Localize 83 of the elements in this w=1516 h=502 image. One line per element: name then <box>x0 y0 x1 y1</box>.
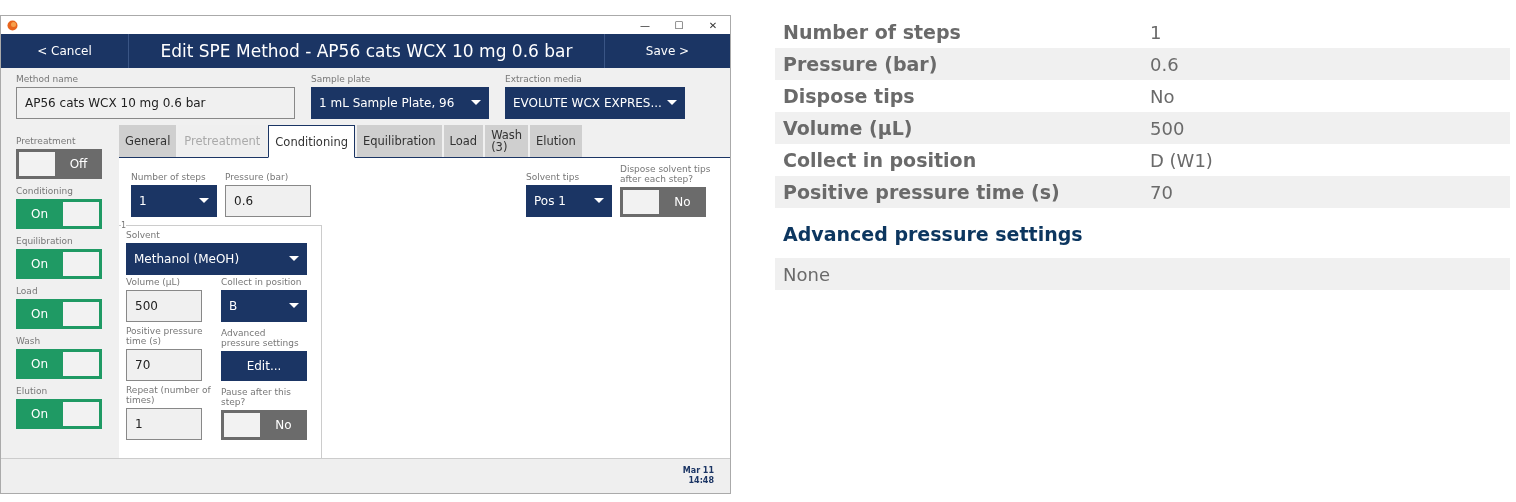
field-label: Positive pressure time (s) <box>126 326 204 346</box>
field-label: Pause after this step? <box>221 387 292 407</box>
field-label: Repeat (number of times) <box>126 385 212 405</box>
status-time: 14:48 <box>688 476 714 486</box>
caret-icon <box>289 256 299 262</box>
summary-value: None <box>783 262 830 287</box>
input-field[interactable]: 1 <box>126 408 202 440</box>
summary-label: Collect in position <box>783 147 978 173</box>
field-label: Collect in position <box>221 277 303 287</box>
input-field[interactable]: 0.6 <box>225 185 311 217</box>
toggle-knob <box>224 413 260 437</box>
summary-label: Number of steps <box>783 19 962 45</box>
caret-icon <box>199 198 209 204</box>
status-date: Mar 11 <box>682 466 714 476</box>
field-label: Dispose solvent tips after each step? <box>620 164 712 184</box>
dropdown[interactable]: Pos 1 <box>526 185 612 217</box>
toggle-switch[interactable]: On <box>16 299 102 329</box>
save-button[interactable]: Save > <box>604 34 730 68</box>
summary-label: Volume (µL) <box>783 115 914 141</box>
caret-icon <box>667 100 677 106</box>
input-field[interactable]: AP56 cats WCX 10 mg 0.6 bar <box>16 87 295 119</box>
field-label: Equilibration <box>16 236 74 246</box>
edit-button[interactable]: Edit... <box>221 351 307 381</box>
toggle-knob <box>63 402 99 426</box>
field-label: Elution <box>16 386 49 396</box>
toggle-knob <box>19 152 55 176</box>
tab[interactable]: Wash (3) <box>485 125 529 157</box>
caret-icon <box>289 303 299 309</box>
app-logo-icon <box>7 19 18 31</box>
toggle-knob <box>623 190 659 214</box>
summary-value: D (W1) <box>1150 148 1213 173</box>
tab[interactable]: Elution <box>530 125 582 157</box>
tab[interactable]: Conditioning <box>268 125 355 158</box>
field-label: Pressure (bar) <box>225 172 290 182</box>
tab[interactable]: General <box>119 125 177 157</box>
input-field[interactable]: 70 <box>126 349 202 381</box>
summary-value: 1 <box>1150 20 1162 45</box>
field-label: Advanced pressure settings <box>221 328 300 348</box>
dropdown[interactable]: EVOLUTE WCX EXPRES... <box>505 87 685 119</box>
field-label: Conditioning <box>16 186 74 196</box>
toggle-switch[interactable]: No <box>221 410 307 440</box>
toggle-switch[interactable]: Off <box>16 149 102 179</box>
toggle-switch[interactable]: On <box>16 199 102 229</box>
caret-icon <box>471 100 481 106</box>
toggle-knob <box>63 352 99 376</box>
toggle-switch[interactable]: On <box>16 349 102 379</box>
caret-icon <box>594 198 604 204</box>
summary-value: 0.6 <box>1150 52 1179 77</box>
toggle-knob <box>63 202 99 226</box>
summary-value: 70 <box>1150 180 1173 205</box>
window-control[interactable]: — <box>628 17 662 33</box>
dropdown[interactable]: 1 mL Sample Plate, 96 <box>311 87 489 119</box>
tab[interactable]: Equilibration <box>357 125 442 157</box>
window-control[interactable]: ☐ <box>662 17 696 33</box>
section-heading: Advanced pressure settings <box>782 222 1084 247</box>
cancel-button[interactable]: < Cancel <box>1 34 129 68</box>
dropdown[interactable]: B <box>221 290 307 322</box>
summary-label: Dispose tips <box>783 83 916 109</box>
window-control[interactable]: ✕ <box>696 17 730 33</box>
summary-value: No <box>1150 84 1175 109</box>
field-label: Extraction media <box>505 74 583 84</box>
field-label: Load <box>16 286 39 296</box>
toggle-knob <box>63 302 99 326</box>
toggle-switch[interactable]: On <box>16 399 102 429</box>
summary-value: 500 <box>1150 116 1185 141</box>
field-label: Pretreatment <box>16 136 77 146</box>
page-title: Edit SPE Method - AP56 cats WCX 10 mg 0.6 bar <box>159 40 574 63</box>
field-label: Wash <box>16 336 42 346</box>
toggle-switch[interactable]: No <box>620 187 706 217</box>
summary-label: Positive pressure time (s) <box>783 179 1061 205</box>
field-label: Number of steps <box>131 172 207 182</box>
dropdown[interactable]: 1 <box>131 185 217 217</box>
field-label: Volume (µL) <box>126 277 182 287</box>
summary-label: Pressure (bar) <box>783 51 939 77</box>
field-label: Solvent <box>126 230 161 240</box>
input-field[interactable]: 500 <box>126 290 202 322</box>
toggle-switch[interactable]: On <box>16 249 102 279</box>
field-label: Solvent tips <box>526 172 581 182</box>
field-label: Sample plate <box>311 74 372 84</box>
dropdown[interactable]: Methanol (MeOH) <box>126 243 307 275</box>
field-label: Method name <box>16 74 80 84</box>
toggle-knob <box>63 252 99 276</box>
tab[interactable]: Load <box>443 125 484 157</box>
